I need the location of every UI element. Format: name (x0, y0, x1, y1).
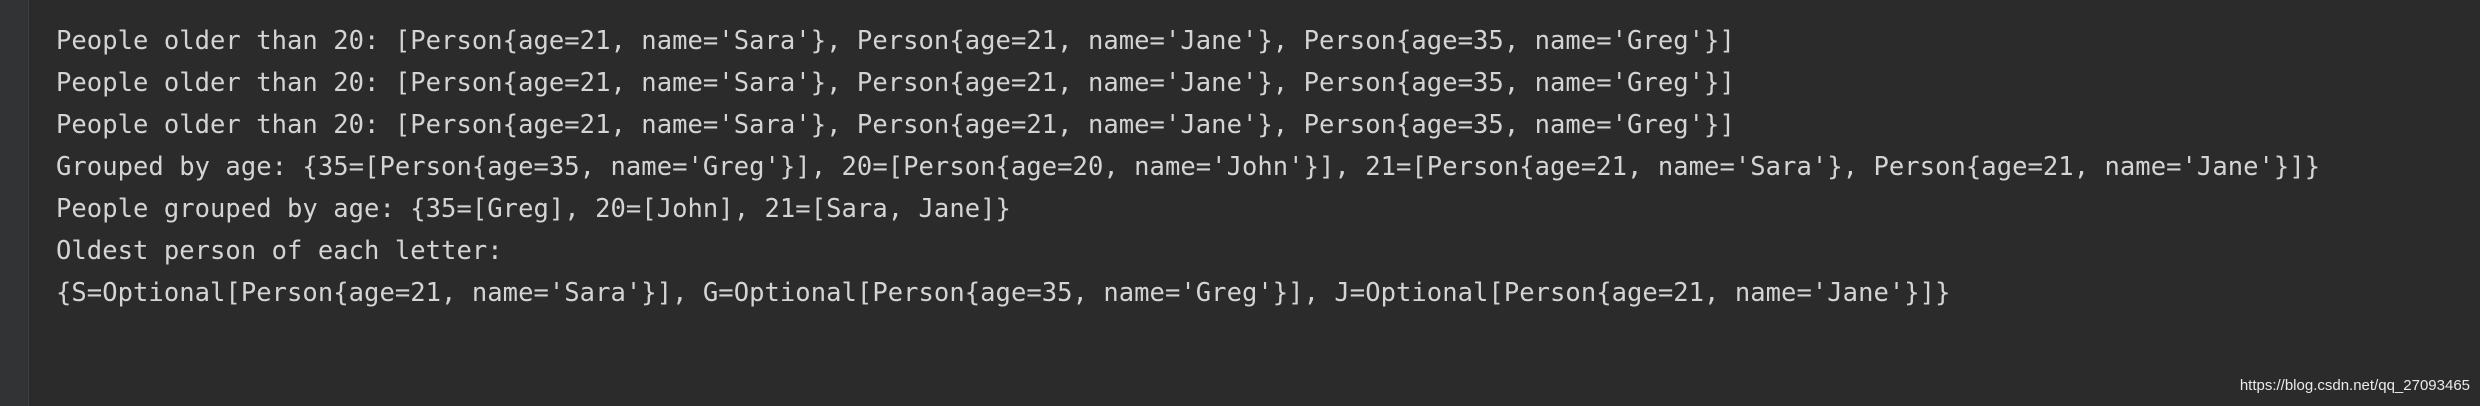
console-gutter (0, 0, 29, 406)
console-line: People older than 20: [Person{age=21, na… (56, 110, 1735, 140)
console-line: Oldest person of each letter: (56, 236, 503, 266)
console-line: People grouped by age: {35=[Greg], 20=[J… (56, 194, 1011, 224)
console-line: {S=Optional[Person{age=21, name='Sara'}]… (56, 278, 1951, 308)
console-line: Grouped by age: {35=[Person{age=35, name… (56, 152, 2321, 182)
console-window: People older than 20: [Person{age=21, na… (0, 0, 2480, 406)
watermark-text: https://blog.csdn.net/qq_27093465 (2239, 377, 2470, 394)
console-line: People older than 20: [Person{age=21, na… (56, 26, 1735, 56)
console-line: People older than 20: [Person{age=21, na… (56, 68, 1735, 98)
console-output[interactable]: People older than 20: [Person{age=21, na… (56, 20, 2460, 314)
